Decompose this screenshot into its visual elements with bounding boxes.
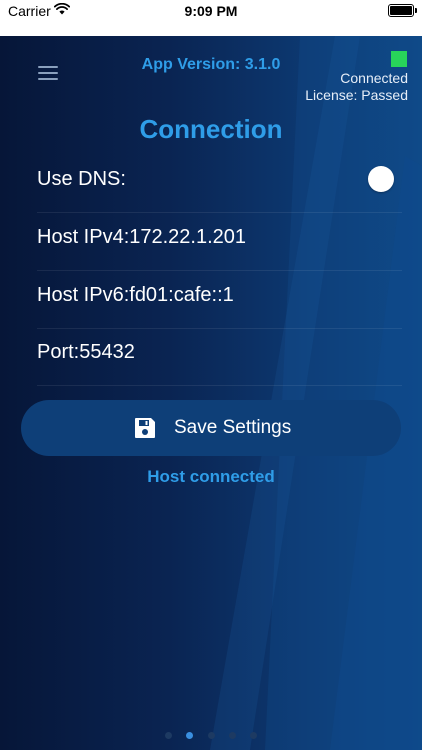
clock: 9:09 PM [184, 3, 238, 19]
host-ipv6-row[interactable]: Host IPv6:fd01:cafe::1 [37, 271, 402, 329]
page-dot-active[interactable] [186, 732, 194, 740]
status-bar: Carrier 9:09 PM [0, 0, 422, 36]
use-dns-row: Use DNS: [37, 155, 402, 213]
connection-indicator [391, 51, 407, 67]
host-status-text: Host connected [147, 467, 275, 486]
port-label: Port:55432 [37, 341, 135, 363]
battery-icon [388, 4, 417, 17]
save-settings-button[interactable]: Save Settings [21, 400, 401, 456]
host-ipv4-label: Host IPv4:172.22.1.201 [37, 226, 247, 248]
page-dot[interactable] [250, 732, 258, 740]
page-dot[interactable] [228, 732, 236, 740]
page-dot[interactable] [207, 732, 215, 740]
use-dns-toggle[interactable] [368, 166, 394, 192]
page-dot[interactable] [164, 732, 172, 740]
app-version: App Version: 3.1.0 [141, 56, 281, 73]
page-indicator [0, 727, 422, 745]
floppy-disk-icon [135, 418, 155, 438]
host-ipv6-label: Host IPv6:fd01:cafe::1 [37, 284, 234, 306]
hamburger-menu-icon[interactable] [38, 64, 60, 82]
port-row[interactable]: Port:55432 [37, 328, 402, 386]
page-title: Connection [139, 114, 283, 144]
connection-screen: App Version: 3.1.0 Connected License: Pa… [0, 36, 422, 750]
license-status-text: License: Passed [305, 87, 408, 103]
use-dns-label: Use DNS: [37, 168, 126, 190]
host-ipv4-row[interactable]: Host IPv4:172.22.1.201 [37, 213, 402, 271]
save-settings-label: Save Settings [174, 417, 292, 438]
connection-status: Connected License: Passed [305, 70, 408, 104]
connection-status-text: Connected [340, 70, 408, 86]
